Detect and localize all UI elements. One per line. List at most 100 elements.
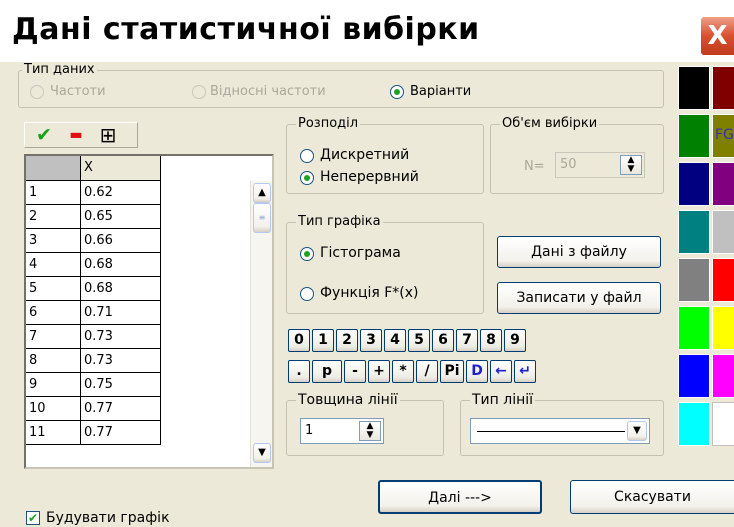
color-swatch[interactable] [712,306,734,350]
close-button[interactable]: X [700,16,734,56]
data-grid[interactable]: X 1 0.62 2 0.65 3 0.66 4 0.68 5 0.68 6 0… [24,154,274,469]
data-type-legend: Тип даних [22,62,97,78]
row-value[interactable]: 0.77 [81,421,161,445]
build-chart-checkbox[interactable]: ✔ Будувати графік [26,509,226,527]
color-swatch[interactable] [678,162,710,206]
cancel-button[interactable]: Скасувати [570,480,734,514]
key-9[interactable]: 9 [504,329,526,352]
row-value[interactable]: 0.62 [81,181,161,205]
row-value[interactable]: 0.68 [81,253,161,277]
key-multiply[interactable]: * [392,360,414,383]
line-width-spinner[interactable]: 1 ▲ ▼ [300,418,384,444]
row-value[interactable]: 0.66 [81,229,161,253]
next-button[interactable]: Далі ---> [378,480,542,514]
table-row: 3 0.66 [26,229,161,253]
key-minus[interactable]: - [344,360,366,383]
scroll-up-button[interactable]: ▲ [253,183,271,203]
minus-icon[interactable]: ▬ [63,123,89,147]
key-3[interactable]: 3 [360,329,382,352]
color-swatch[interactable] [678,258,710,302]
color-swatch[interactable] [678,306,710,350]
table-row: 9 0.75 [26,373,161,397]
grid-icon[interactable]: ⊞ [95,123,121,147]
color-swatch[interactable] [678,114,710,158]
color-swatch[interactable] [712,402,734,446]
key-p[interactable]: p [312,360,342,383]
color-swatch[interactable] [712,210,734,254]
sample-size-spin-buttons[interactable]: ▲ ▼ [620,155,642,175]
color-swatch[interactable] [712,66,734,110]
radio-cdf-label: Функція F*(x) [320,285,419,301]
radio-histogram-indicator [300,247,314,261]
row-number: 9 [26,373,81,397]
key-7[interactable]: 7 [456,329,478,352]
key-divide[interactable]: / [416,360,438,383]
color-swatch[interactable] [678,402,710,446]
row-value[interactable]: 0.71 [81,301,161,325]
radio-relative-frequencies[interactable]: Відносні частоти [192,83,372,101]
table-row: 11 0.77 [26,421,161,445]
row-value[interactable]: 0.75 [81,373,161,397]
table-row: 4 0.68 [26,253,161,277]
color-swatch[interactable] [678,354,710,398]
row-number: 8 [26,349,81,373]
scroll-down-button[interactable]: ▼ [253,443,271,463]
key-8[interactable]: 8 [480,329,502,352]
key-2[interactable]: 2 [336,329,358,352]
radio-histogram-label: Гістограма [320,245,401,261]
line-width-spin-buttons[interactable]: ▲ ▼ [359,421,381,441]
color-swatch[interactable] [712,162,734,206]
radio-continuous[interactable]: Неперервний [300,168,470,188]
radio-continuous-indicator [300,171,314,185]
row-number: 7 [26,325,81,349]
key-pi[interactable]: Pi [440,360,464,383]
table-scrollbar[interactable]: ▲ ≡ ▼ [250,181,272,467]
color-swatch[interactable] [678,66,710,110]
row-value[interactable]: 0.73 [81,325,161,349]
key-1[interactable]: 1 [312,329,334,352]
radio-frequencies-indicator [30,85,44,99]
save-file-button[interactable]: Записати у файл [497,282,661,314]
radio-discrete[interactable]: Дискретний [300,146,460,166]
row-value[interactable]: 0.68 [81,277,161,301]
scroll-thumb[interactable]: ≡ [253,203,271,233]
build-chart-label: Будувати графік [46,510,170,526]
radio-frequencies-label: Частоти [50,84,106,99]
color-swatch[interactable] [678,210,710,254]
key-4[interactable]: 4 [384,329,406,352]
load-file-button[interactable]: Дані з файлу [497,236,661,268]
radio-relative-frequencies-indicator [192,85,206,99]
chevron-down-icon[interactable]: ▼ [627,421,647,441]
table-column-header: X [81,156,161,181]
color-swatch-fg[interactable]: FG [712,114,734,158]
radio-cdf-indicator [300,287,314,301]
check-icon[interactable]: ✔ [31,123,57,147]
row-value[interactable]: 0.73 [81,349,161,373]
enter-icon[interactable]: ↵ [514,360,536,383]
key-5[interactable]: 5 [408,329,430,352]
row-number: 2 [26,205,81,229]
line-type-select[interactable]: ▼ [470,418,650,444]
color-swatch[interactable] [712,354,734,398]
row-number: 3 [26,229,81,253]
key-plus[interactable]: + [368,360,390,383]
color-palette: FG [676,66,734,456]
sample-size-spinner[interactable]: 50 ▲ ▼ [555,152,645,178]
backspace-icon[interactable]: ← [490,360,512,383]
row-value[interactable]: 0.77 [81,397,161,421]
table-toolbar: ✔ ▬ ⊞ [24,122,138,148]
radio-variants-label: Варіанти [410,84,472,99]
radio-histogram[interactable]: Гістограма [300,244,460,264]
row-number: 4 [26,253,81,277]
key-dot[interactable]: . [288,360,310,383]
row-value[interactable]: 0.65 [81,205,161,229]
color-swatch[interactable] [712,258,734,302]
line-type-preview [477,431,625,432]
key-0[interactable]: 0 [288,329,310,352]
line-width-value: 1 [305,423,314,438]
radio-variants[interactable]: Варіанти [390,83,510,101]
key-d[interactable]: D [466,360,488,383]
radio-frequencies[interactable]: Частоти [30,83,190,101]
radio-cdf[interactable]: Функція F*(x) [300,284,470,304]
key-6[interactable]: 6 [432,329,454,352]
